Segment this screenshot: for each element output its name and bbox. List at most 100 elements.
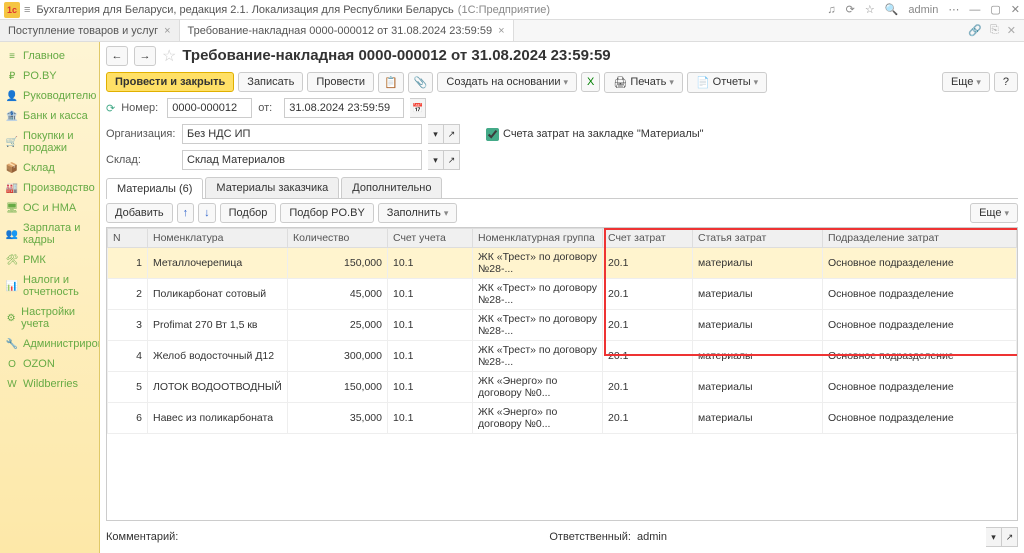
sidebar-item[interactable]: 🔧Администрирование bbox=[0, 334, 99, 354]
warehouse-input[interactable]: Склад Материалов bbox=[182, 150, 422, 170]
movements-icon[interactable]: 📋 bbox=[378, 72, 404, 93]
post-button[interactable]: Провести bbox=[307, 72, 374, 92]
pick-poby-button[interactable]: Подбор PO.BY bbox=[280, 203, 373, 223]
col-qty[interactable]: Количество bbox=[288, 229, 388, 248]
tab-label: Требование-накладная 0000-000012 от 31.0… bbox=[188, 25, 493, 37]
reports-button[interactable]: 📄Отчеты bbox=[687, 72, 767, 93]
col-cost-acct[interactable]: Счет затрат bbox=[603, 229, 693, 248]
date-input[interactable]: 31.08.2024 23:59:59 bbox=[284, 98, 404, 118]
col-nomen[interactable]: Номенклатура bbox=[148, 229, 288, 248]
back-button[interactable]: ← bbox=[106, 46, 128, 66]
settings-icon[interactable]: ⋯ bbox=[948, 3, 959, 16]
history-icon[interactable]: ⟳ bbox=[846, 3, 855, 16]
move-down-icon[interactable]: ↓ bbox=[198, 203, 216, 223]
sidebar-item[interactable]: OOZON bbox=[0, 354, 99, 374]
from-label: от: bbox=[258, 102, 278, 114]
sidebar-label: Главное bbox=[23, 50, 65, 62]
favorite-icon[interactable]: ☆ bbox=[162, 46, 176, 66]
create-based-button[interactable]: Создать на основании bbox=[437, 72, 577, 92]
add-button[interactable]: Добавить bbox=[106, 203, 173, 223]
sidebar-item[interactable]: 🛠РМК bbox=[0, 250, 99, 270]
sidebar-item[interactable]: 🖥ОС и НМА bbox=[0, 198, 99, 218]
tab-close-icon[interactable]: × bbox=[498, 25, 504, 37]
dropdown-icon[interactable]: ▾ bbox=[428, 124, 444, 144]
warehouse-label: Склад: bbox=[106, 154, 176, 166]
materials-table[interactable]: N Номенклатура Количество Счет учета Ном… bbox=[106, 227, 1018, 521]
sidebar-label: Администрирование bbox=[23, 338, 100, 350]
table-row[interactable]: 3Profimat 270 Вт 1,5 кв25,00010.1ЖК «Тре… bbox=[108, 310, 1017, 341]
fill-button[interactable]: Заполнить bbox=[378, 203, 458, 223]
excel-icon[interactable]: X bbox=[581, 72, 600, 92]
sidebar-item[interactable]: 📦Склад bbox=[0, 158, 99, 178]
table-row[interactable]: 6Навес из поликарбоната35,00010.1ЖК «Эне… bbox=[108, 403, 1017, 434]
open-icon[interactable]: ↗ bbox=[444, 124, 460, 144]
comment-label: Комментарий: bbox=[106, 531, 176, 543]
col-group[interactable]: Номенклатурная группа bbox=[473, 229, 603, 248]
more-button[interactable]: Еще bbox=[942, 72, 990, 92]
help-button[interactable]: ? bbox=[994, 72, 1018, 92]
table-more-button[interactable]: Еще bbox=[970, 203, 1018, 223]
app-logo: 1c bbox=[4, 2, 20, 18]
page-title: Требование-накладная 0000-000012 от 31.0… bbox=[182, 47, 610, 64]
tab-requirement[interactable]: Требование-накладная 0000-000012 от 31.0… bbox=[180, 20, 514, 41]
col-dept[interactable]: Подразделение затрат bbox=[823, 229, 1017, 248]
write-button[interactable]: Записать bbox=[238, 72, 303, 92]
sidebar-item[interactable]: 🏭Производство bbox=[0, 178, 99, 198]
sidebar-item[interactable]: ⚙Настройки учета bbox=[0, 302, 99, 334]
print-button[interactable]: 🖨Печать bbox=[604, 72, 683, 93]
sidebar-icon: 📊 bbox=[6, 280, 18, 292]
maximize-icon[interactable]: ▢ bbox=[990, 3, 1000, 16]
sidebar-icon: W bbox=[6, 378, 18, 390]
attach-icon[interactable]: 📎 bbox=[408, 72, 434, 93]
table-row[interactable]: 2Поликарбонат сотовый45,00010.1ЖК «Трест… bbox=[108, 279, 1017, 310]
app-title: Бухгалтерия для Беларуси, редакция 2.1. … bbox=[36, 4, 453, 16]
table-row[interactable]: 1Металлочерепица150,00010.1ЖК «Трест» по… bbox=[108, 248, 1017, 279]
refresh-icon[interactable]: ⟳ bbox=[106, 102, 115, 115]
sidebar-item[interactable]: 📊 Налоги и отчетность bbox=[0, 270, 99, 302]
content-close-icon[interactable]: ✕ bbox=[1007, 24, 1016, 37]
open-icon[interactable]: ↗ bbox=[444, 150, 460, 170]
tab-materials[interactable]: Материалы (6) bbox=[106, 178, 203, 199]
col-n[interactable]: N bbox=[108, 229, 148, 248]
tab-close-icon[interactable]: × bbox=[164, 25, 170, 37]
menu-icon[interactable]: ≡ bbox=[24, 4, 30, 16]
move-up-icon[interactable]: ↑ bbox=[177, 203, 195, 223]
forward-button[interactable]: → bbox=[134, 46, 156, 66]
user-label[interactable]: admin bbox=[908, 4, 938, 16]
sidebar-label: Налоги и отчетность bbox=[23, 274, 93, 298]
sidebar-item[interactable]: ₽PO.BY bbox=[0, 66, 99, 86]
sidebar-item[interactable]: ≡Главное bbox=[0, 46, 99, 66]
calendar-icon[interactable]: 📅 bbox=[410, 98, 426, 118]
tab-extra[interactable]: Дополнительно bbox=[341, 177, 442, 198]
sidebar-item[interactable]: 👥Зарплата и кадры bbox=[0, 218, 99, 250]
sidebar-item[interactable]: 🛒Покупки и продажи bbox=[0, 126, 99, 158]
link-icon[interactable]: 🔗 bbox=[968, 24, 982, 37]
search-icon[interactable]: 🔍 bbox=[885, 3, 899, 16]
post-close-button[interactable]: Провести и закрыть bbox=[106, 72, 234, 92]
star-icon[interactable]: ☆ bbox=[865, 3, 875, 16]
resp-input[interactable]: admin bbox=[637, 531, 980, 543]
close-icon[interactable]: ✕ bbox=[1011, 3, 1020, 16]
pick-button[interactable]: Подбор bbox=[220, 203, 277, 223]
tab-receipt[interactable]: Поступление товаров и услуг × bbox=[0, 20, 180, 41]
open-icon[interactable]: ↗ bbox=[1002, 527, 1018, 547]
detach-icon[interactable]: ⎘ bbox=[990, 24, 999, 37]
sidebar-item[interactable]: 👤Руководителю bbox=[0, 86, 99, 106]
bell-icon[interactable]: ♫ bbox=[827, 4, 835, 16]
sidebar-item[interactable]: WWildberries bbox=[0, 374, 99, 394]
tab-label: Поступление товаров и услуг bbox=[8, 25, 158, 37]
tab-customer-materials[interactable]: Материалы заказчика bbox=[205, 177, 339, 198]
table-row[interactable]: 4Желоб водосточный Д12300,00010.1ЖК «Тре… bbox=[108, 341, 1017, 372]
resp-label: Ответственный: bbox=[541, 531, 631, 543]
col-cost-item[interactable]: Статья затрат bbox=[693, 229, 823, 248]
dropdown-icon[interactable]: ▾ bbox=[986, 527, 1002, 547]
number-input[interactable]: 0000-000012 bbox=[167, 98, 252, 118]
minimize-icon[interactable]: — bbox=[969, 4, 980, 16]
cost-tab-checkbox[interactable] bbox=[486, 128, 499, 141]
sidebar-label: PO.BY bbox=[23, 70, 57, 82]
org-input[interactable]: Без НДС ИП bbox=[182, 124, 422, 144]
dropdown-icon[interactable]: ▾ bbox=[428, 150, 444, 170]
table-row[interactable]: 5ЛОТОК ВОДООТВОДНЫЙ150,00010.1ЖК «Энерго… bbox=[108, 372, 1017, 403]
col-acct[interactable]: Счет учета bbox=[388, 229, 473, 248]
sidebar-item[interactable]: 🏦Банк и касса bbox=[0, 106, 99, 126]
